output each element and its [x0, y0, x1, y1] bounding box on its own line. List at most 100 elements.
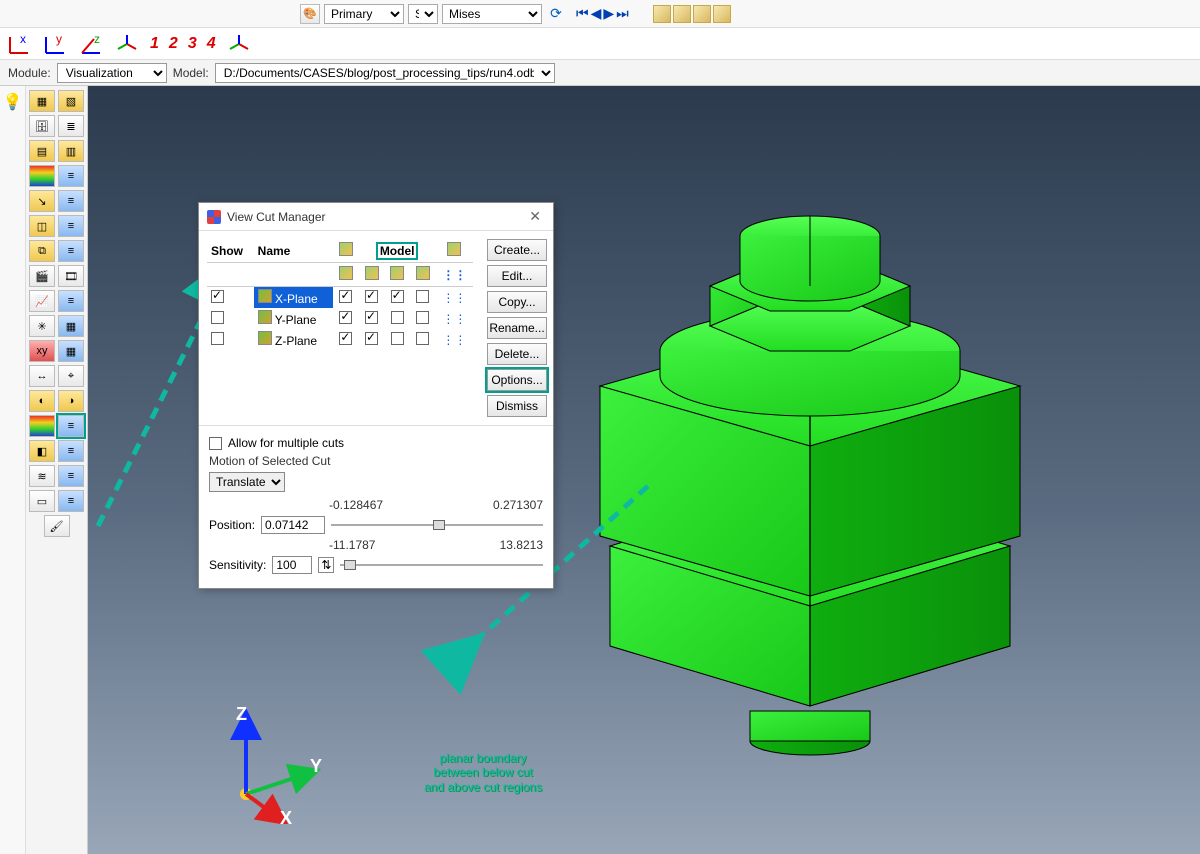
component-selector[interactable]: Mises	[442, 4, 542, 24]
dialog-app-icon	[207, 210, 221, 224]
viewport[interactable]: Z Y X planar boundary between below cut …	[88, 86, 1200, 854]
c3-checkbox[interactable]	[391, 290, 404, 303]
delete-button[interactable]: Delete...	[487, 343, 547, 365]
tool-brush-icon[interactable]: 🖌	[44, 515, 70, 537]
axis-num-1[interactable]: 1	[150, 35, 159, 53]
tool-deformed-icon[interactable]: ▧	[58, 90, 84, 112]
c1-checkbox[interactable]	[339, 332, 352, 345]
axis-triad-icon[interactable]	[226, 31, 252, 57]
palette-icon[interactable]: 🎨	[300, 4, 320, 24]
axis-num-4[interactable]: 4	[207, 35, 216, 53]
render-wire-icon[interactable]	[653, 5, 671, 23]
tool-contour-opts-icon[interactable]: ≡	[58, 165, 84, 187]
close-icon[interactable]: ✕	[525, 208, 545, 225]
tool-db-icon[interactable]: 🗄	[29, 115, 55, 137]
tool-probe-icon[interactable]: ⌖	[58, 365, 84, 387]
render-filled-icon[interactable]	[693, 5, 711, 23]
tool-e-icon[interactable]: ◧	[29, 440, 55, 462]
tool-f-opts-icon[interactable]: ≡	[58, 490, 84, 512]
table-row[interactable]: Z-Plane ⋮⋮	[207, 329, 473, 350]
tool-symbol-opts-icon[interactable]: ≡	[58, 190, 84, 212]
tool-dim-icon[interactable]: ↔	[29, 365, 55, 387]
position-slider[interactable]	[331, 518, 543, 532]
vcr-last-icon[interactable]: ⏭	[616, 5, 629, 22]
c4-checkbox[interactable]	[416, 311, 429, 324]
render-hidden-icon[interactable]	[673, 5, 691, 23]
tool-a-icon[interactable]: ▤	[29, 140, 55, 162]
axis-num-2[interactable]: 2	[169, 35, 178, 53]
tool-overlay-opts-icon[interactable]: ≡	[58, 240, 84, 262]
variable-selector[interactable]: S	[408, 4, 438, 24]
tool-stream-opts-icon[interactable]: ≡	[58, 465, 84, 487]
tool-table-icon[interactable]: ▦	[58, 340, 84, 362]
tool-contour-icon[interactable]	[29, 165, 55, 187]
tool-field-icon[interactable]: ▦	[58, 315, 84, 337]
sensitivity-slider[interactable]	[340, 558, 543, 572]
rename-button[interactable]: Rename...	[487, 317, 547, 339]
tool-mat-icon[interactable]: ◫	[29, 215, 55, 237]
options-button[interactable]: Options...	[487, 369, 547, 391]
module-selector[interactable]: Visualization	[57, 63, 167, 83]
c1-checkbox[interactable]	[339, 311, 352, 324]
tool-symbol-icon[interactable]: ↘	[29, 190, 55, 212]
tool-stream-icon[interactable]: ≋	[29, 465, 55, 487]
tool-mat-opts-icon[interactable]: ≡	[58, 215, 84, 237]
dialog-titlebar[interactable]: View Cut Manager ✕	[199, 203, 553, 231]
c4-checkbox[interactable]	[416, 290, 429, 303]
show-checkbox[interactable]	[211, 290, 224, 303]
sensitivity-input[interactable]	[272, 556, 312, 574]
tool-c-icon[interactable]: ◐	[29, 390, 55, 412]
tool-viewcut-manager-icon[interactable]: ≡	[58, 415, 84, 437]
tool-anim2-icon[interactable]: 🎞	[58, 265, 84, 287]
vcr-prev-icon[interactable]: ◀	[591, 5, 602, 22]
lightbulb-icon[interactable]: 💡	[3, 92, 23, 112]
row-opts-icon[interactable]: ⋮⋮	[436, 287, 473, 309]
c3-checkbox[interactable]	[391, 311, 404, 324]
tool-xy2-icon[interactable]: xy	[29, 340, 55, 362]
copy-button[interactable]: Copy...	[487, 291, 547, 313]
show-checkbox[interactable]	[211, 311, 224, 324]
tool-d-icon[interactable]: ◑	[58, 390, 84, 412]
dismiss-button[interactable]: Dismiss	[487, 395, 547, 417]
position-input[interactable]	[261, 516, 325, 534]
tool-csys-icon[interactable]: ✳	[29, 315, 55, 337]
sensitivity-stepper[interactable]: ⇅	[318, 557, 334, 573]
context-bar: Module: Visualization Model: D:/Document…	[0, 60, 1200, 86]
table-row[interactable]: Y-Plane ⋮⋮	[207, 308, 473, 329]
tool-xy-opts-icon[interactable]: ≡	[58, 290, 84, 312]
tool-f-icon[interactable]: ▭	[29, 490, 55, 512]
axis-z-icon[interactable]: z	[78, 31, 104, 57]
tool-anim-icon[interactable]: 🎬	[29, 265, 55, 287]
c2-checkbox[interactable]	[365, 290, 378, 303]
model-path-selector[interactable]: D:/Documents/CASES/blog/post_processing_…	[215, 63, 555, 83]
axis-x-icon[interactable]: x	[6, 31, 32, 57]
axis-num-3[interactable]: 3	[188, 35, 197, 53]
show-checkbox[interactable]	[211, 332, 224, 345]
tool-layers-icon[interactable]: ≣	[58, 115, 84, 137]
tool-undeformed-icon[interactable]: ▦	[29, 90, 55, 112]
c2-checkbox[interactable]	[365, 311, 378, 324]
tool-viewcut-icon[interactable]	[29, 415, 55, 437]
refresh-icon[interactable]: ⟳	[546, 4, 566, 24]
vcr-first-icon[interactable]: ⏮	[576, 5, 589, 22]
c3-checkbox[interactable]	[391, 332, 404, 345]
c2-checkbox[interactable]	[365, 332, 378, 345]
axis-xyz-icon[interactable]	[114, 31, 140, 57]
edit-button[interactable]: Edit...	[487, 265, 547, 287]
motion-selector[interactable]: Translate	[209, 472, 285, 492]
vcr-play-icon[interactable]: ▶	[603, 5, 614, 22]
primary-selector[interactable]: Primary	[324, 4, 404, 24]
table-row[interactable]: X-Plane ⋮⋮	[207, 287, 473, 309]
tool-b-icon[interactable]: ▥	[58, 140, 84, 162]
row-opts-icon[interactable]: ⋮⋮	[436, 308, 473, 329]
axis-y-icon[interactable]: y	[42, 31, 68, 57]
tool-overlay-icon[interactable]: ⧉	[29, 240, 55, 262]
create-button[interactable]: Create...	[487, 239, 547, 261]
tool-e-opts-icon[interactable]: ≡	[58, 440, 84, 462]
allow-multiple-checkbox[interactable]	[209, 437, 222, 450]
row-opts-icon[interactable]: ⋮⋮	[436, 329, 473, 350]
render-shaded-icon[interactable]	[713, 5, 731, 23]
c4-checkbox[interactable]	[416, 332, 429, 345]
c1-checkbox[interactable]	[339, 290, 352, 303]
tool-xy-icon[interactable]: 📈	[29, 290, 55, 312]
